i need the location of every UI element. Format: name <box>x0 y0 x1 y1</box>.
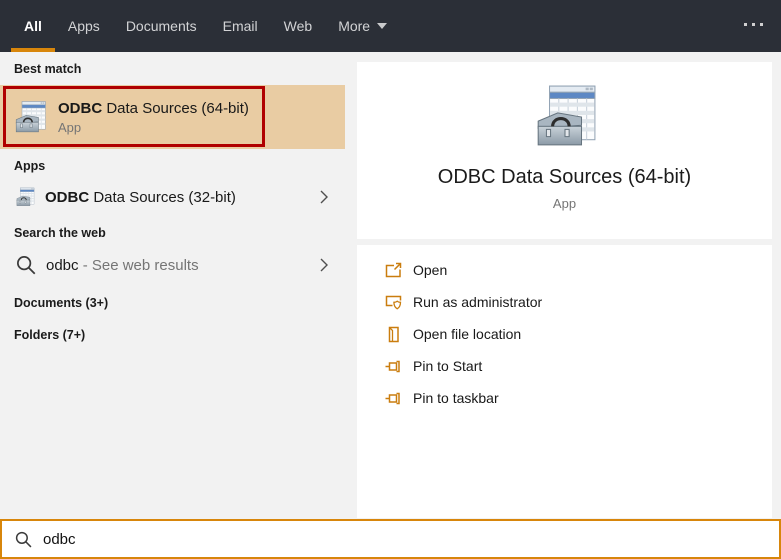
windows-search-panel: All Apps Documents Email Web More Best m… <box>0 0 781 559</box>
action-open[interactable]: Open <box>357 254 772 286</box>
file-location-icon <box>385 326 402 343</box>
tab-more[interactable]: More <box>325 0 400 52</box>
chevron-right-icon[interactable] <box>320 258 328 272</box>
odbc-app-icon <box>13 100 47 134</box>
preview-panel: ODBC Data Sources (64-bit) App Open Run … <box>345 52 781 519</box>
search-icon <box>15 531 32 548</box>
result-odbc32[interactable]: ODBC Data Sources (32-bit) <box>0 181 345 213</box>
odbc-app-icon-small <box>15 187 35 207</box>
tab-web[interactable]: Web <box>271 0 326 52</box>
ellipsis-dot <box>760 23 763 26</box>
action-pin-start-label: Pin to Start <box>413 358 483 374</box>
tab-more-label: More <box>338 18 371 34</box>
action-open-file-location[interactable]: Open file location <box>357 318 772 350</box>
best-match-result-odbc64[interactable]: ODBC Data Sources (64-bit) App <box>0 85 345 149</box>
action-pin-to-taskbar[interactable]: Pin to taskbar <box>357 382 772 414</box>
best-match-title-bold: ODBC <box>58 99 103 117</box>
web-query-text: odbc <box>46 256 79 274</box>
tab-apps-label: Apps <box>67 18 100 34</box>
pin-icon <box>385 358 402 375</box>
taskbar-search-box <box>0 519 781 559</box>
result-odbc32-label: ODBC Data Sources (32-bit) <box>45 189 236 206</box>
search-results-panel: Best match ODBC Data Sources (64-bit) Ap… <box>0 52 345 519</box>
tab-all[interactable]: All <box>11 0 55 52</box>
best-match-title-rest: Data Sources (64-bit) <box>102 99 249 117</box>
preview-app-subtitle: App <box>552 196 577 211</box>
chevron-right-icon[interactable] <box>320 190 328 204</box>
result-odbc32-label-bold: ODBC <box>45 188 90 206</box>
documents-section-header[interactable]: Documents (3+) <box>14 295 345 311</box>
web-section-header: Search the web <box>14 226 106 240</box>
best-match-text: ODBC Data Sources (64-bit) App <box>58 100 249 135</box>
tab-web-label: Web <box>283 18 313 34</box>
tab-documents[interactable]: Documents <box>113 0 210 52</box>
tab-all-label: All <box>24 18 42 34</box>
more-options-button[interactable] <box>744 23 763 26</box>
pin-icon <box>385 390 402 407</box>
tab-documents-label: Documents <box>125 18 197 34</box>
apps-section-header: Apps <box>14 159 46 173</box>
tab-apps[interactable]: Apps <box>55 0 113 52</box>
best-match-header: Best match <box>14 62 82 76</box>
action-pin-taskbar-label: Pin to taskbar <box>413 390 499 406</box>
action-open-label: Open <box>413 262 448 278</box>
result-web-label: odbc - See web results <box>46 257 199 274</box>
best-match-subtitle: App <box>58 119 82 135</box>
ellipsis-dot <box>752 23 755 26</box>
ellipsis-dot <box>744 23 747 26</box>
chevron-down-icon <box>377 23 388 29</box>
preview-actions-card: Open Run as administrator Open file loca… <box>357 245 772 518</box>
tab-email[interactable]: Email <box>210 0 271 52</box>
action-pin-to-start[interactable]: Pin to Start <box>357 350 772 382</box>
action-run-as-admin-label: Run as administrator <box>413 294 543 310</box>
result-web-odbc[interactable]: odbc - See web results <box>0 249 345 281</box>
search-icon <box>16 255 36 275</box>
preview-app-card: ODBC Data Sources (64-bit) App <box>357 62 772 239</box>
preview-app-title: ODBC Data Sources (64-bit) <box>437 166 692 188</box>
web-suffix-text: - See web results <box>78 256 199 274</box>
tab-email-label: Email <box>222 18 258 34</box>
folders-section-header[interactable]: Folders (7+) <box>14 327 345 343</box>
action-file-location-label: Open file location <box>413 326 522 342</box>
action-run-as-administrator[interactable]: Run as administrator <box>357 286 772 318</box>
result-odbc32-label-rest: Data Sources (32-bit) <box>89 188 236 206</box>
search-filter-tabbar: All Apps Documents Email Web More <box>0 0 781 52</box>
odbc-app-icon-large <box>532 83 598 149</box>
best-match-title: ODBC Data Sources (64-bit) <box>58 100 249 117</box>
run-as-admin-icon <box>385 294 402 311</box>
search-input[interactable] <box>43 530 779 548</box>
open-icon <box>385 262 402 279</box>
